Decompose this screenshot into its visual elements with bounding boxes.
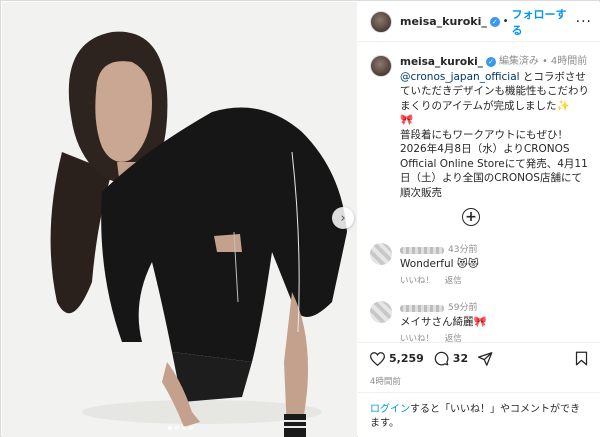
commenter-avatar[interactable] (370, 243, 392, 265)
chevron-right-icon: › (340, 210, 346, 226)
post-image[interactable]: › (2, 2, 357, 437)
ribbon-emoji-icon: 🎀 (400, 114, 414, 126)
comment-like-button[interactable]: いいね！ (400, 276, 434, 286)
caption-line: 普段着にもワークアウトにもぜひ！ (400, 128, 568, 141)
comment-item: 43分前 Wonderful 😻😻 いいね！ 返信 (370, 243, 590, 288)
login-prompt: ログインすると「いいね！」やコメントができます。 (358, 392, 600, 437)
caption: meisa_kuroki_ ✓ 編集済み • 4時間前 @cronos_japa… (358, 43, 600, 200)
post-time: 4時間前 (370, 377, 401, 387)
comment-like-button[interactable]: いいね！ (400, 334, 434, 342)
verified-badge-icon: ✓ (485, 57, 496, 68)
caption-text: @cronos_japan_official とコラボさせていただきデザインも機… (400, 70, 589, 112)
author-username[interactable]: meisa_kuroki_ (400, 15, 487, 28)
carousel-dot (175, 426, 179, 430)
comment-time: 59分前 (448, 303, 478, 313)
carousel-dots (168, 426, 193, 430)
edited-label: 編集済み (498, 56, 539, 67)
more-options-icon[interactable]: ··· (576, 14, 592, 30)
comment-reply-button[interactable]: 返信 (445, 334, 462, 342)
sparkle-emoji-icon: ✨ (556, 99, 570, 112)
post-sidebar: meisa_kuroki_ ✓ • フォローする ··· meisa_kurok… (358, 2, 600, 437)
caption-body: meisa_kuroki_ ✓ 編集済み • 4時間前 @cronos_japa… (400, 55, 590, 200)
share-button[interactable] (478, 351, 493, 366)
carousel-next-button[interactable]: › (332, 207, 354, 229)
comment-icon (434, 351, 449, 366)
comment-reply-button[interactable]: 返信 (445, 276, 462, 286)
comment-item: 59分前 メイサさん綺麗🎀 いいね！ 返信 (370, 301, 590, 342)
bookmark-icon (575, 351, 588, 366)
carousel-dot (182, 426, 186, 430)
heart-icon (370, 351, 385, 366)
save-button[interactable] (575, 351, 588, 366)
carousel-dot (189, 426, 193, 430)
login-link[interactable]: ログイン (370, 404, 410, 415)
follow-button[interactable]: フォローする (512, 6, 576, 38)
separator: • (502, 16, 509, 27)
post-header: meisa_kuroki_ ✓ • フォローする ··· (358, 2, 600, 42)
photo-woman-in-black-jacket (2, 2, 357, 437)
comments-scroll-area[interactable]: meisa_kuroki_ ✓ 編集済み • 4時間前 @cronos_japa… (358, 43, 600, 342)
separator: • (541, 56, 548, 67)
comment-count: 32 (452, 352, 469, 365)
commenter-avatar[interactable] (370, 301, 392, 323)
caption-username[interactable]: meisa_kuroki_ (400, 55, 483, 70)
mention-link[interactable]: @cronos_japan_official (400, 71, 520, 83)
caption-time: 4時間前 (550, 56, 588, 67)
carousel-dot (168, 426, 172, 430)
comment-text: メイサさん綺麗🎀 (400, 316, 487, 328)
load-more-comments-icon[interactable]: + (462, 208, 480, 226)
action-bar: 5,259 32 4時間前 (358, 342, 600, 392)
comment-time: 43分前 (448, 245, 478, 255)
comment-text: Wonderful 😻😻 (400, 258, 479, 270)
like-button[interactable] (370, 351, 385, 366)
verified-badge-icon: ✓ (489, 16, 500, 27)
share-icon (478, 351, 493, 366)
avatar[interactable] (370, 10, 392, 33)
comment-button[interactable] (434, 351, 449, 366)
commenter-username-blurred[interactable] (400, 246, 444, 254)
avatar[interactable] (370, 55, 392, 77)
like-count: 5,259 (389, 352, 424, 365)
caption-line: 2026年4月8日（水）よりCRONOS Official Online Sto… (400, 143, 588, 199)
commenter-username-blurred[interactable] (400, 304, 444, 312)
post-dialog: › meisa_kuroki_ ✓ • フォローする ··· meisa_kur… (0, 0, 600, 437)
